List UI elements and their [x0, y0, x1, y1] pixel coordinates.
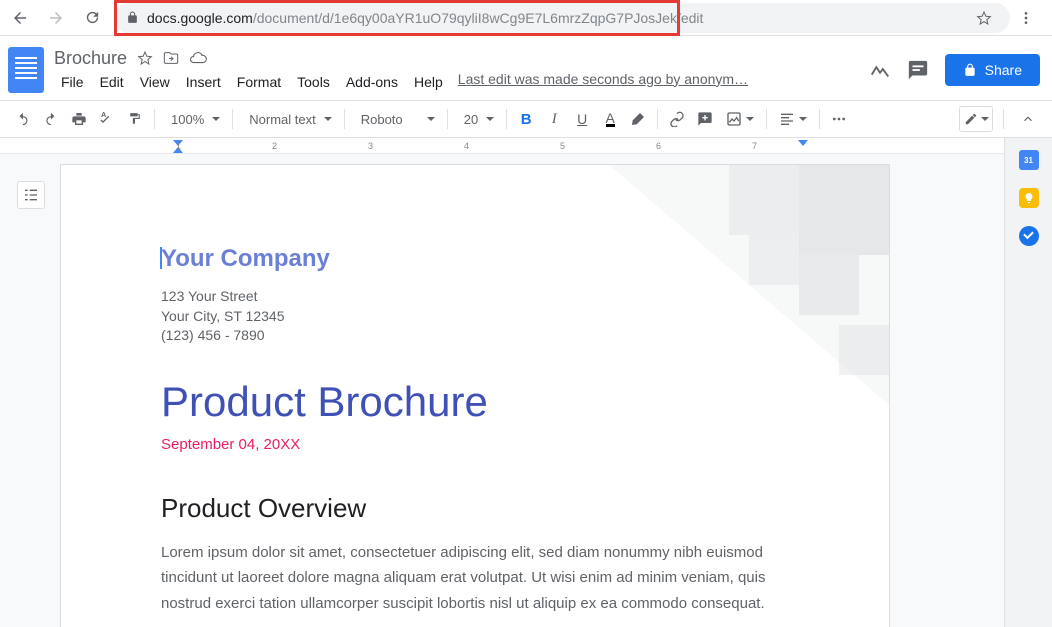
move-icon[interactable] [163, 50, 179, 66]
add-comment-button[interactable] [692, 106, 718, 132]
bold-button[interactable]: B [513, 106, 539, 132]
document-page[interactable]: Your Company 123 Your Street Your City, … [60, 164, 890, 627]
calendar-icon[interactable]: 31 [1019, 150, 1039, 170]
back-button[interactable] [6, 4, 34, 32]
share-lock-icon [963, 63, 977, 77]
zoom-select[interactable]: 100% [161, 106, 226, 132]
cloud-icon[interactable] [189, 49, 207, 67]
toolbar: A 100% Normal text Roboto 20 B I U A [0, 100, 1052, 138]
text-color-button[interactable]: A [597, 106, 623, 132]
more-tools-button[interactable] [826, 106, 852, 132]
highlight-button[interactable] [625, 106, 651, 132]
last-edit-link[interactable]: Last edit was made seconds ago by anonym… [458, 71, 748, 93]
body-paragraph[interactable]: Lorem ipsum dolor sit amet, consectetuer… [161, 540, 799, 617]
company-name-text[interactable]: Your Company [161, 245, 799, 273]
docs-app-icon[interactable] [8, 47, 44, 93]
style-select[interactable]: Normal text [239, 106, 337, 132]
menu-view[interactable]: View [133, 71, 177, 93]
italic-button[interactable]: I [541, 106, 567, 132]
docs-header: Brochure File Edit View Insert Format To… [0, 36, 1052, 100]
spellcheck-button[interactable]: A [94, 106, 120, 132]
menu-help[interactable]: Help [407, 71, 450, 93]
menu-bar: File Edit View Insert Format Tools Add-o… [54, 71, 869, 93]
date-text[interactable]: September 04, 20XX [161, 436, 799, 453]
undo-button[interactable] [10, 106, 36, 132]
activity-icon[interactable] [869, 59, 891, 81]
horizontal-ruler[interactable]: 1 2 3 4 5 6 7 [0, 138, 1004, 154]
side-panel: 31 [1004, 138, 1052, 627]
share-label: Share [985, 62, 1022, 78]
section-heading[interactable]: Product Overview [161, 493, 799, 524]
editor-area: 1 2 3 4 5 6 7 Your Company 123 Your Stre… [0, 138, 1052, 627]
outline-toggle-button[interactable] [17, 181, 45, 209]
align-button[interactable] [773, 106, 813, 132]
font-size-select[interactable]: 20 [454, 106, 500, 132]
menu-addons[interactable]: Add-ons [339, 71, 405, 93]
svg-text:A: A [101, 111, 107, 119]
font-select[interactable]: Roboto [351, 106, 441, 132]
url-highlight-annotation [114, 0, 680, 36]
browser-menu-icon[interactable] [1018, 10, 1046, 26]
keep-icon[interactable] [1019, 188, 1039, 208]
address-bar[interactable]: docs.google.com/document/d/1e6qy00aYR1uO… [114, 3, 1010, 33]
menu-insert[interactable]: Insert [179, 71, 228, 93]
print-button[interactable] [66, 106, 92, 132]
menu-edit[interactable]: Edit [93, 71, 131, 93]
browser-bar: docs.google.com/document/d/1e6qy00aYR1uO… [0, 0, 1052, 36]
edit-mode-button[interactable] [959, 106, 993, 132]
star-icon[interactable] [137, 50, 153, 66]
reload-button[interactable] [78, 4, 106, 32]
underline-button[interactable]: U [569, 106, 595, 132]
comments-icon[interactable] [907, 59, 929, 81]
link-button[interactable] [664, 106, 690, 132]
forward-button[interactable] [42, 4, 70, 32]
menu-file[interactable]: File [54, 71, 91, 93]
document-title[interactable]: Brochure [54, 48, 127, 69]
paint-format-button[interactable] [122, 106, 148, 132]
redo-button[interactable] [38, 106, 64, 132]
menu-format[interactable]: Format [230, 71, 288, 93]
bookmark-star-icon[interactable] [976, 10, 992, 26]
text-cursor [160, 247, 162, 269]
insert-image-button[interactable] [720, 106, 760, 132]
menu-tools[interactable]: Tools [290, 71, 337, 93]
tasks-icon[interactable] [1019, 226, 1039, 246]
share-button[interactable]: Share [945, 54, 1040, 86]
hide-menus-button[interactable] [1014, 106, 1042, 132]
